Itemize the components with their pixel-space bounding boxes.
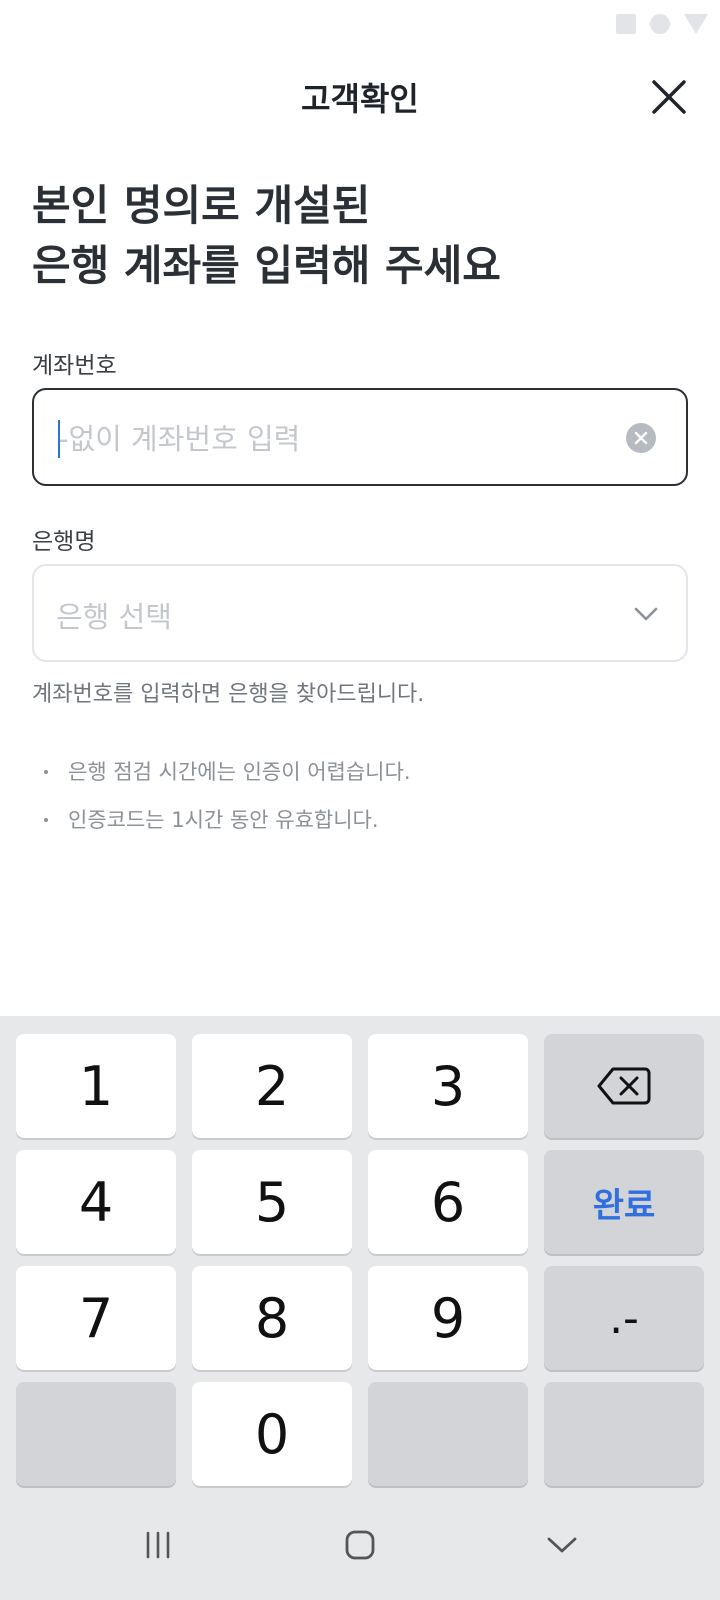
status-square-icon [616,14,636,34]
bank-select-placeholder: 은행 선택 [56,600,172,634]
done-button[interactable]: 완료 [544,1150,704,1254]
list-item: 인증코드는 1시간 동안 유효합니다. [44,804,411,852]
header: 고객확인 [0,62,720,132]
account-number-label: 계좌번호 [32,353,117,379]
key-8[interactable]: 8 [192,1266,352,1370]
key-3[interactable]: 3 [368,1034,528,1138]
headline: 본인 명의로 개설된 은행 계좌를 입력해 주세요 [32,176,501,296]
recents-button[interactable] [128,1520,188,1570]
close-icon [652,80,686,114]
clear-button[interactable] [626,423,656,453]
dot-dash-key[interactable]: .- [544,1266,704,1370]
status-triangle-icon [684,14,708,34]
blank-key [368,1382,528,1486]
text-cursor [58,420,60,458]
bullet-icon [44,818,48,822]
home-icon [345,1530,375,1560]
key-4[interactable]: 4 [16,1150,176,1254]
system-nav-bar [0,1490,720,1600]
blank-key [544,1382,704,1486]
back-chevron-icon [547,1537,577,1553]
notice-list: 은행 점검 시간에는 인증이 어렵습니다. 인증코드는 1시간 동안 유효합니다… [44,756,411,852]
clear-circle-icon [634,431,648,445]
key-9[interactable]: 9 [368,1266,528,1370]
key-2[interactable]: 2 [192,1034,352,1138]
chevron-down-icon [634,607,658,621]
key-1[interactable]: 1 [16,1034,176,1138]
account-number-field[interactable] [32,388,688,486]
list-item: 은행 점검 시간에는 인증이 어렵습니다. [44,756,411,804]
backspace-button[interactable] [544,1034,704,1138]
bank-select[interactable]: 은행 선택 [32,564,688,662]
key-7[interactable]: 7 [16,1266,176,1370]
status-circle-icon [650,14,670,34]
key-5[interactable]: 5 [192,1150,352,1254]
bullet-icon [44,770,48,774]
recents-icon [146,1531,170,1559]
page-title: 고객확인 [301,80,419,118]
backspace-icon [597,1067,651,1105]
notice-text: 은행 점검 시간에는 인증이 어렵습니다. [68,760,411,784]
key-0[interactable]: 0 [192,1382,352,1486]
headline-line-2: 은행 계좌를 입력해 주세요 [32,241,501,290]
back-button[interactable] [532,1520,592,1570]
close-button[interactable] [646,74,692,120]
bank-name-label: 은행명 [32,529,96,555]
bank-hint-text: 계좌번호를 입력하면 은행을 찾아드립니다. [32,682,425,707]
notice-text: 인증코드는 1시간 동안 유효합니다. [68,808,379,832]
key-6[interactable]: 6 [368,1150,528,1254]
account-number-input[interactable] [56,412,600,466]
status-bar [616,12,708,36]
home-button[interactable] [330,1520,390,1570]
headline-line-1: 본인 명의로 개설된 [32,181,371,230]
blank-key [16,1382,176,1486]
